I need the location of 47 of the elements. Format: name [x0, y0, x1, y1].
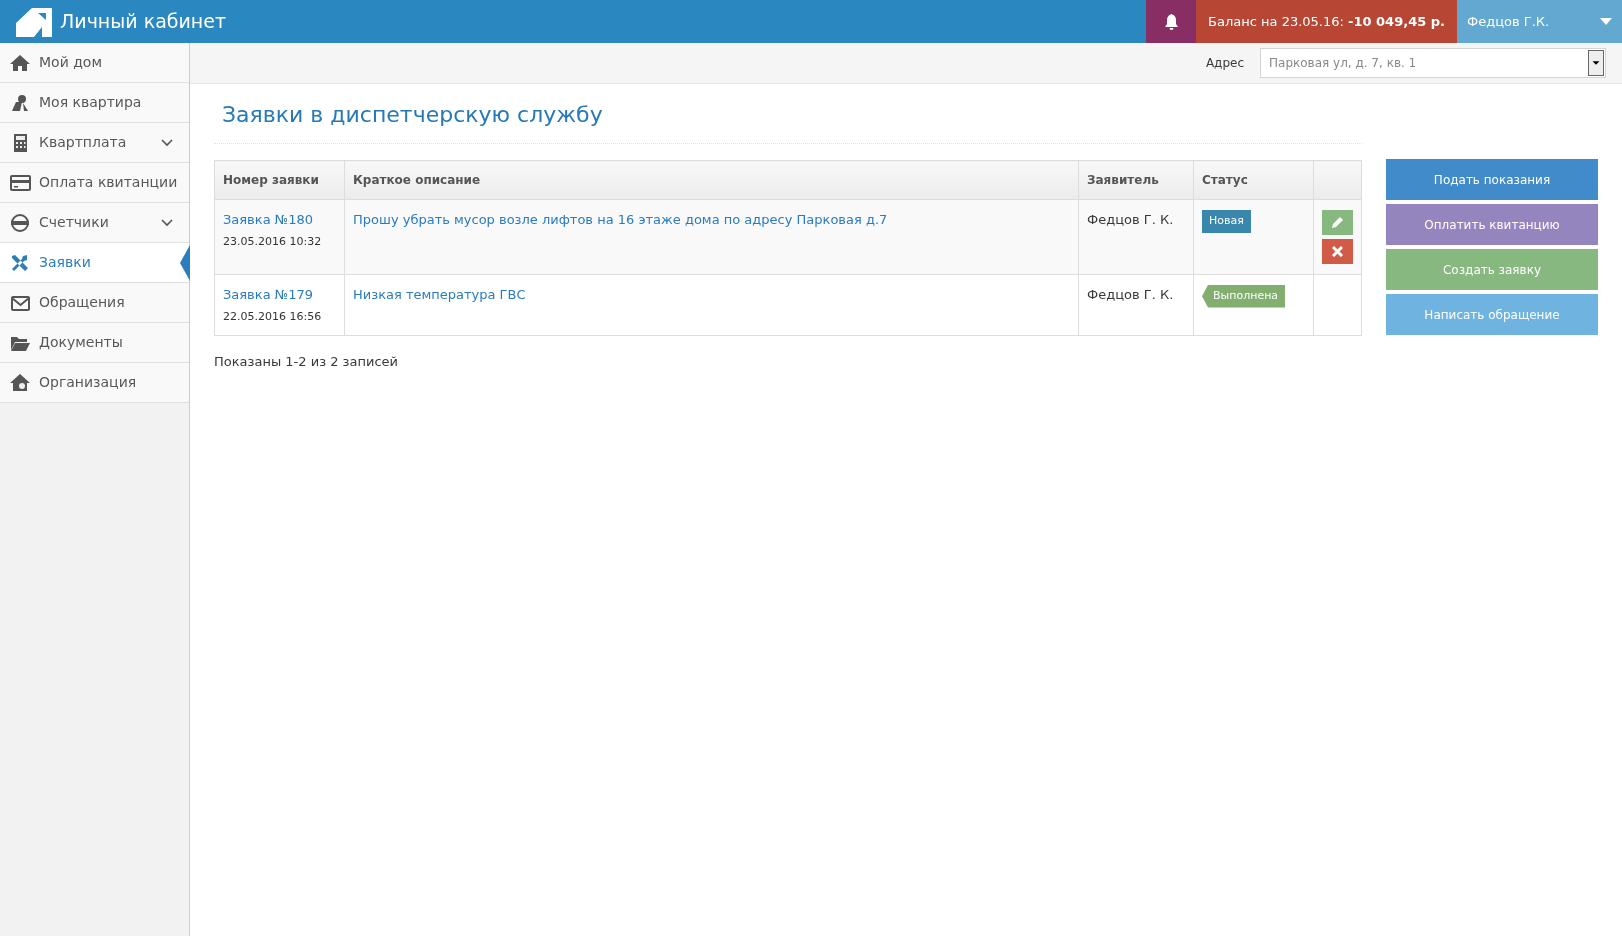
request-date: 22.05.2016 16:56	[223, 308, 323, 325]
request-description-link[interactable]: Низкая температура ГВС	[353, 287, 526, 302]
action-button[interactable]: Подать показания	[1386, 159, 1598, 200]
house-logo-icon	[16, 6, 52, 37]
request-link[interactable]: Заявка №180	[223, 210, 336, 230]
sidebar-item[interactable]: Оплата квитанции	[0, 163, 189, 203]
page-title: Заявки в диспетчерскую службу	[214, 84, 1362, 144]
table-cell: Федцов Г. К.	[1078, 274, 1194, 336]
sidebar-item[interactable]: Заявки	[0, 243, 189, 283]
action-button[interactable]: Создать заявку	[1386, 249, 1598, 290]
sidebar-item[interactable]: Мой дом	[0, 43, 189, 83]
house-gear-icon	[10, 372, 31, 393]
user-menu[interactable]: Федцов Г.К.	[1457, 0, 1622, 43]
credit-card-icon	[10, 172, 31, 193]
caret-icon	[1600, 18, 1612, 25]
bell-icon	[1163, 13, 1179, 30]
caret-icon	[1588, 50, 1604, 76]
tools-icon	[10, 252, 31, 273]
address-label: Адрес	[1205, 55, 1244, 72]
notifications-button[interactable]	[1146, 0, 1197, 43]
request-description-link[interactable]: Прошу убрать мусор возле лифтов на 16 этаже дома по адресу Парковая д.7	[353, 212, 888, 227]
close-icon	[1332, 246, 1343, 257]
delete-button[interactable]	[1322, 239, 1353, 264]
sidebar-item[interactable]: Обращения	[0, 283, 189, 323]
table-cell: Федцов Г. К.	[1078, 199, 1194, 275]
balance-text: Баланс на 23.05.16: -10 049,45 р.	[1196, 0, 1457, 43]
action-button[interactable]: Оплатить квитанцию	[1386, 204, 1598, 245]
status-badge: Выполнена	[1202, 285, 1286, 308]
address-select[interactable]: Парковая ул, д. 7, кв. 1	[1260, 48, 1606, 78]
home-icon	[10, 52, 31, 73]
app-title: Личный кабинет	[60, 9, 227, 35]
sidebar-item[interactable]: Квартплата	[0, 123, 189, 163]
sidebar-item[interactable]: Счетчики	[0, 203, 189, 243]
sidebar-item[interactable]: Моя квартира	[0, 83, 189, 123]
request-date: 23.05.2016 10:32	[223, 233, 323, 250]
edit-button[interactable]	[1322, 210, 1353, 235]
column-header: Заявитель	[1078, 160, 1194, 200]
status-badge: Новая	[1202, 210, 1251, 233]
records-summary: Показаны 1-2 из 2 записей	[214, 353, 399, 371]
request-link[interactable]: Заявка №179	[223, 285, 336, 305]
pencil-icon	[1331, 216, 1344, 229]
action-button[interactable]: Написать обращение	[1386, 294, 1598, 335]
column-header: Статус	[1193, 160, 1314, 200]
column-header: Номер заявки	[214, 160, 345, 200]
column-header: Краткое описание	[344, 160, 1079, 200]
sidebar-item[interactable]: Документы	[0, 323, 189, 363]
sidebar-item[interactable]: Организация	[0, 363, 189, 403]
